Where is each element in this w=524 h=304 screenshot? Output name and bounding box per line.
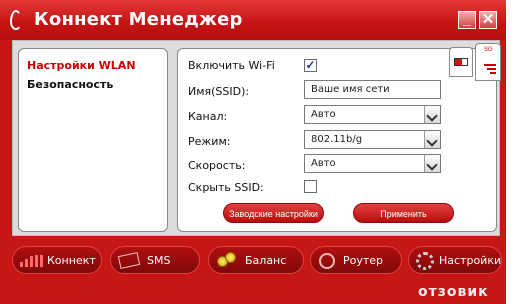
channel-select[interactable]: Авто	[304, 105, 441, 124]
nav-settings[interactable]: Настройки	[408, 246, 502, 274]
nav-item-wlan-settings[interactable]: Настройки WLAN	[27, 59, 136, 72]
coins-icon	[217, 252, 237, 268]
minimize-button[interactable]: _	[458, 11, 476, 29]
router-icon	[319, 253, 335, 269]
app-title: Коннект Менеджер	[34, 9, 243, 30]
settings-nav-panel: Настройки WLAN Безопасность	[18, 48, 168, 232]
wifi-enable-checkbox[interactable]: ✓	[304, 59, 317, 72]
signal-bars-icon	[20, 255, 46, 267]
nav-item-security[interactable]: Безопасность	[27, 78, 113, 91]
nav-connect[interactable]: Коннект	[12, 246, 102, 274]
signal-icon	[482, 62, 496, 76]
battery-icon	[454, 58, 468, 66]
connect-manager-window: Коннект Менеджер _ ✕ Настройки WLAN Безо…	[0, 0, 506, 304]
title-bar: Коннект Менеджер _ ✕	[0, 0, 506, 40]
tab-signal-label: SG	[484, 47, 493, 53]
envelope-icon	[117, 252, 141, 269]
speed-label: Скорость:	[188, 159, 246, 172]
wifi-enable-label: Включить Wi-Fi	[188, 59, 275, 72]
nav-sms[interactable]: SMS	[110, 246, 200, 274]
mode-select[interactable]: 802.11b/g	[304, 130, 441, 149]
mode-value: 802.11b/g	[311, 134, 363, 145]
nav-balance[interactable]: Баланс	[208, 246, 304, 274]
tab-battery[interactable]	[449, 47, 473, 77]
hide-ssid-label: Скрыть SSID:	[188, 181, 264, 194]
channel-label: Канал:	[188, 110, 228, 123]
ssid-label: Имя(SSID):	[188, 85, 250, 98]
close-button[interactable]: ✕	[479, 11, 497, 29]
vodafone-logo-icon	[10, 10, 22, 30]
chevron-down-icon[interactable]	[424, 155, 440, 172]
tab-signal[interactable]: SG	[475, 43, 501, 81]
check-icon: ✓	[305, 58, 316, 72]
side-tabs: SG	[449, 43, 502, 83]
gear-icon	[416, 252, 434, 270]
nav-balance-label: Баланс	[245, 254, 287, 267]
factory-defaults-button[interactable]: Заводские настройки	[223, 203, 324, 223]
speed-value: Авто	[311, 158, 336, 169]
watermark: отзовик	[418, 284, 489, 300]
chevron-down-icon[interactable]	[424, 131, 440, 148]
nav-connect-label: Коннект	[47, 254, 96, 267]
hide-ssid-checkbox[interactable]	[304, 180, 317, 193]
nav-router[interactable]: Роутер	[310, 246, 402, 274]
speed-select[interactable]: Авто	[304, 154, 441, 173]
apply-button[interactable]: Применить	[353, 203, 454, 223]
chevron-down-icon[interactable]	[424, 106, 440, 123]
ssid-input[interactable]: Ваше имя сети	[304, 80, 441, 99]
channel-value: Авто	[311, 109, 336, 120]
nav-sms-label: SMS	[147, 254, 171, 267]
mode-label: Режим:	[188, 135, 231, 148]
nav-settings-label: Настройки	[439, 254, 502, 267]
nav-router-label: Роутер	[343, 254, 384, 267]
